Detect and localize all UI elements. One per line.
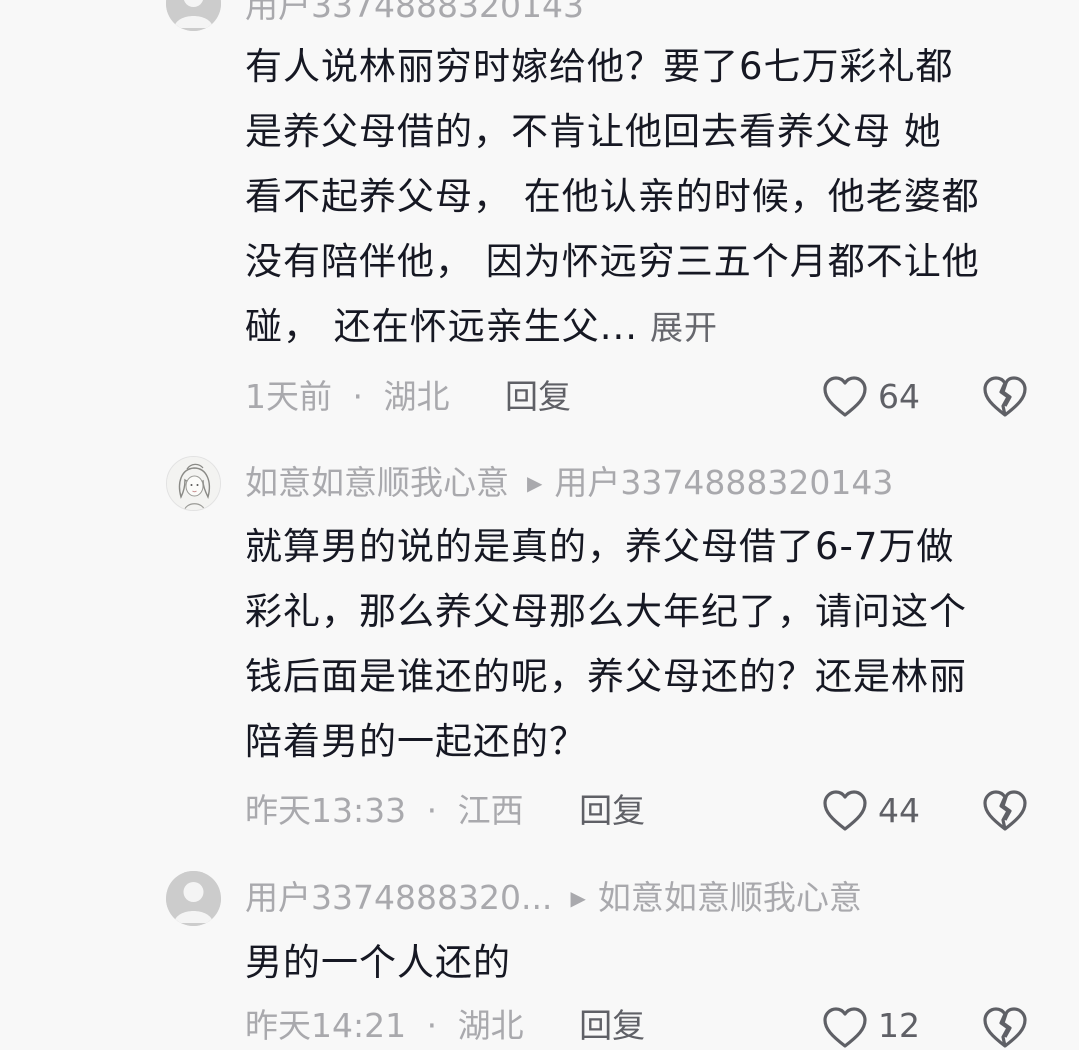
meta-separator: · xyxy=(426,1006,438,1045)
comment-location: 湖北 xyxy=(457,1006,524,1045)
reply-arrow-icon: ▶ xyxy=(527,471,543,495)
comment-text-line: 男的一个人还的 xyxy=(245,941,511,984)
comment-author-row: 如意如意顺我心意 ▶ 用户3374888320143 xyxy=(245,463,893,507)
comment-author-name[interactable]: 用户3374888320143 xyxy=(245,0,584,25)
comment-location: 湖北 xyxy=(383,377,450,416)
heart-like-icon[interactable] xyxy=(822,375,868,419)
reply-button[interactable]: 回复 xyxy=(579,1006,645,1045)
comment-text: 有人说林丽穷时嫁给他？要了6七万彩礼都 是养父母借的，不肯让他回去看养父母 她 … xyxy=(245,34,1045,360)
user-avatar[interactable] xyxy=(166,871,221,926)
comment-author-row: 用户3374888320143 xyxy=(245,0,584,26)
like-count: 64 xyxy=(878,377,920,416)
default-user-avatar-icon xyxy=(166,0,221,31)
comment-time: 昨天13:33 xyxy=(245,791,407,830)
comment-author-name[interactable]: 用户3374888320... xyxy=(245,878,552,917)
comment-text-line: 看不起养父母， 在他认亲的时候，他老婆都 xyxy=(245,175,980,218)
comment-text-line: 没有陪伴他， 因为怀远穷三五个月都不让他 xyxy=(245,240,980,283)
comment-text-line: 就算男的说的是真的，养父母借了6-7万做 xyxy=(245,525,955,568)
user-avatar[interactable] xyxy=(166,456,221,511)
reply-button[interactable]: 回复 xyxy=(579,791,645,830)
user-avatar[interactable] xyxy=(166,0,221,31)
comment-meta: 昨天13:33 · 江西 回复 xyxy=(245,791,645,831)
heart-like-icon[interactable] xyxy=(822,789,868,833)
comment-text-line: 陪着男的一起还的？ xyxy=(245,720,587,763)
broken-heart-dislike-icon[interactable] xyxy=(982,375,1028,419)
broken-heart-dislike-icon[interactable] xyxy=(982,1006,1028,1050)
comment-text-line: 彩礼，那么养父母那么大年纪了，请问这个 xyxy=(245,590,967,633)
comment-text: 就算男的说的是真的，养父母借了6-7万做 彩礼，那么养父母那么大年纪了，请问这个… xyxy=(245,514,1045,774)
like-count: 12 xyxy=(878,1006,920,1045)
comment-text-line: 钱后面是谁还的呢，养父母还的？还是林丽 xyxy=(245,655,967,698)
meta-separator: · xyxy=(426,791,438,830)
reply-to-name[interactable]: 如意如意顺我心意 xyxy=(598,878,862,917)
reply-button[interactable]: 回复 xyxy=(505,377,571,416)
comment-time: 1天前 xyxy=(245,377,332,416)
meta-separator: · xyxy=(352,377,364,416)
expand-button[interactable]: 展开 xyxy=(650,308,718,347)
comment-location: 江西 xyxy=(457,791,524,830)
comment-time: 昨天14:21 xyxy=(245,1006,407,1045)
reply-to-name[interactable]: 用户3374888320143 xyxy=(554,463,893,502)
like-count: 44 xyxy=(878,791,920,830)
broken-heart-dislike-icon[interactable] xyxy=(982,789,1028,833)
comment-text-line: 碰， 还在怀远亲生父... xyxy=(245,305,639,348)
comment-meta: 1天前 · 湖北 回复 xyxy=(245,377,571,417)
reply-arrow-icon: ▶ xyxy=(570,886,586,910)
comment-author-row: 用户3374888320... ▶ 如意如意顺我心意 xyxy=(245,878,862,922)
comment-author-name[interactable]: 如意如意顺我心意 xyxy=(245,463,509,502)
comment-text-line: 是养父母借的，不肯让他回去看养父母 她 xyxy=(245,110,942,153)
comment-text: 男的一个人还的 xyxy=(245,930,1045,995)
comment-meta: 昨天14:21 · 湖北 回复 xyxy=(245,1006,645,1046)
comment-text-line: 有人说林丽穷时嫁给他？要了6七万彩礼都 xyxy=(245,45,954,88)
heart-like-icon[interactable] xyxy=(822,1006,868,1050)
girl-illustration-avatar-icon xyxy=(167,457,220,510)
default-user-avatar-icon xyxy=(166,871,221,926)
